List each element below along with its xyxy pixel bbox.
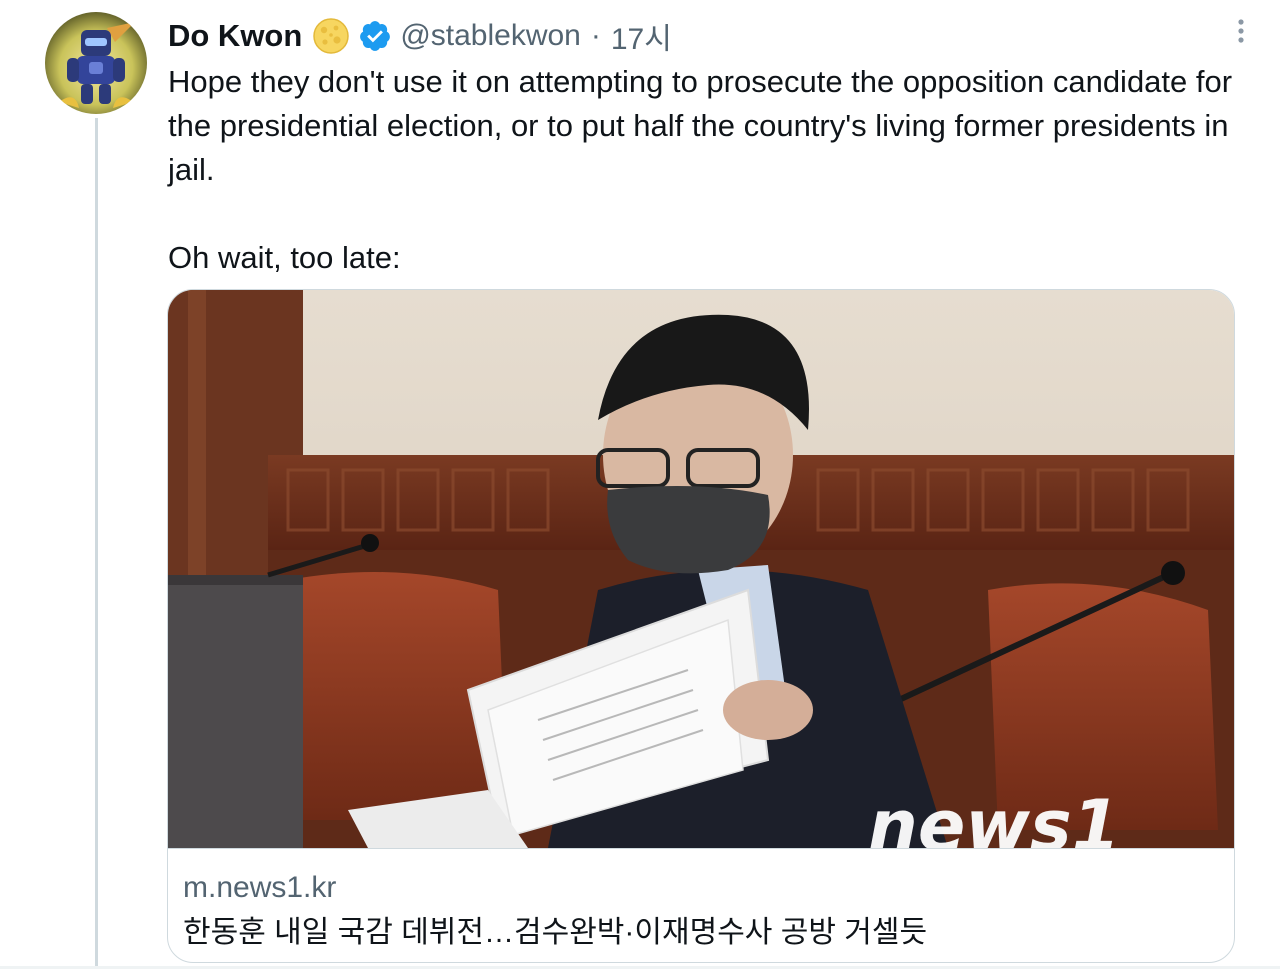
card-title: 한동훈 내일 국감 데뷔전…검수완박·이재명수사 공방 거셀듯	[183, 916, 928, 949]
tweet-text: Hope they don't use it on attempting to …	[168, 60, 1248, 280]
robot-avatar-icon	[45, 12, 147, 114]
author-handle[interactable]: @stablekwon	[400, 19, 581, 53]
thread-line	[95, 118, 98, 969]
separator-dot: ·	[590, 19, 601, 52]
news-photo: news1	[168, 290, 1234, 848]
tweet-text-paragraph: Hope they don't use it on attempting to …	[168, 64, 1233, 187]
cheese-moon-emoji-icon	[313, 18, 350, 54]
card-meta: m.news1.kr 한동훈 내일 국감 데뷔전…검수완박·이재명수사 공방 거…	[168, 848, 1234, 962]
tweet-page: Do Kwon @stablekwon · 17시 Hope they don'…	[0, 0, 1280, 969]
tweet-header: Do Kwon @stablekwon · 17시	[168, 14, 672, 58]
more-vertical-icon[interactable]	[1226, 14, 1256, 48]
link-card[interactable]: news1 m.news1.kr 한동훈 내일 국감 데뷔전…검수완박·이재명수…	[167, 289, 1235, 963]
avatar[interactable]	[45, 12, 147, 114]
card-domain: m.news1.kr	[183, 871, 337, 904]
tweet-text-paragraph: Oh wait, too late:	[168, 240, 401, 275]
verified-badge-icon	[360, 21, 391, 51]
display-name[interactable]: Do Kwon	[168, 18, 302, 54]
tweet-time[interactable]: 17시	[611, 14, 672, 58]
news1-watermark: news1	[868, 785, 1120, 848]
